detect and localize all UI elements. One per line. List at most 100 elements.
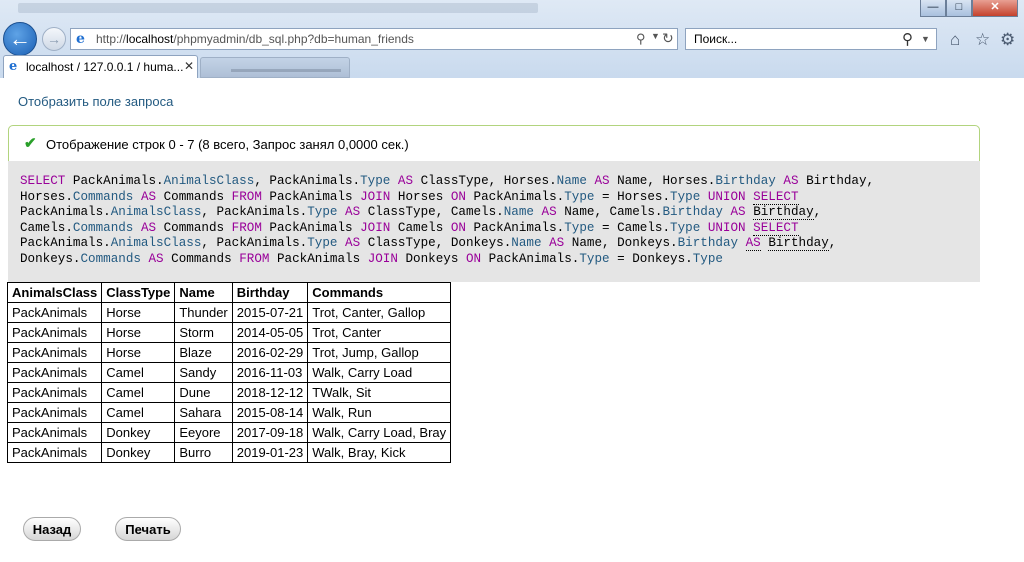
home-icon[interactable]: ⌂ xyxy=(950,30,960,50)
close-window-button[interactable]: ✕ xyxy=(972,0,1018,17)
ie-page-icon: e xyxy=(9,59,18,74)
table-cell: Sandy xyxy=(174,362,233,383)
sql-text: ClassType, Donkeys. xyxy=(360,236,512,251)
sql-text: Birthday, xyxy=(798,174,875,188)
table-cell: Sahara xyxy=(174,402,233,423)
gear-icon[interactable]: ⚙ xyxy=(1000,30,1015,50)
back-button[interactable]: Назад xyxy=(23,517,81,541)
table-cell: Trot, Canter, Gallop xyxy=(307,302,452,323)
address-search-icon[interactable]: ⚲ xyxy=(636,31,646,47)
window-title-blurred xyxy=(18,3,538,13)
sql-keyword: ON xyxy=(450,220,466,235)
address-url[interactable]: http://localhost/phpmyadmin/db_sql.php?d… xyxy=(96,32,414,46)
table-row: PackAnimals Camel Dune 2018-12-12 TWalk, Sit xyxy=(6,382,452,403)
sql-field-link[interactable]: Type xyxy=(307,236,337,250)
table-cell: Donkey xyxy=(101,442,176,463)
sql-field-link[interactable]: Birthday xyxy=(715,174,775,188)
column-header[interactable]: Birthday xyxy=(231,282,309,303)
sql-text: Camels xyxy=(390,220,451,235)
chevron-down-icon[interactable]: ▼ xyxy=(651,31,660,41)
sql-text: Camels. xyxy=(20,220,73,235)
tab-phpmyadmin[interactable]: e localhost / 127.0.0.1 / huma... ✕ xyxy=(3,55,198,78)
sql-field-link[interactable]: Commands xyxy=(80,252,140,266)
window-title-bar: — □ ✕ xyxy=(0,0,1024,18)
sql-field-link[interactable]: Type xyxy=(564,221,594,235)
sql-text: Commands xyxy=(156,189,232,204)
sql-field-link[interactable]: Type xyxy=(693,252,723,266)
sql-text: , PackAnimals. xyxy=(254,174,361,188)
sql-field-link[interactable]: Type xyxy=(670,190,700,204)
sql-keyword: AS xyxy=(140,189,157,204)
column-header[interactable]: Name xyxy=(174,282,233,303)
sql-text: Donkeys xyxy=(397,251,466,266)
tab-inactive[interactable] xyxy=(200,57,350,78)
back-arrow-icon[interactable]: ← xyxy=(3,22,37,56)
table-cell: PackAnimals xyxy=(6,442,103,463)
sql-text: = Horses. xyxy=(594,189,671,204)
sql-field-link[interactable]: Type xyxy=(579,252,609,266)
refresh-icon[interactable]: ↻ xyxy=(662,30,674,47)
sql-keyword: SELECT xyxy=(753,220,799,236)
sql-text: PackAnimals. xyxy=(20,236,111,251)
sql-field-link[interactable]: Birthday xyxy=(678,236,738,250)
table-cell: Dune xyxy=(174,382,233,403)
address-bar[interactable]: e http://localhost/phpmyadmin/db_sql.php… xyxy=(70,28,678,50)
column-header[interactable]: ClassType xyxy=(101,282,176,303)
sql-text: Horses. xyxy=(20,189,73,204)
sql-field-link[interactable]: Type xyxy=(670,221,700,235)
sql-field-link[interactable]: Name xyxy=(557,174,587,188)
sql-text: Horses xyxy=(390,189,451,204)
table-cell: TWalk, Sit xyxy=(307,382,452,403)
sql-field-link[interactable]: Type xyxy=(564,190,594,204)
table-cell: 2019-01-23 xyxy=(231,442,309,463)
sql-field-link[interactable]: Name xyxy=(511,236,541,250)
minimize-window-button[interactable]: — xyxy=(920,0,946,17)
sql-keyword: ON xyxy=(465,251,482,266)
sql-text: ClassType, Horses. xyxy=(413,174,557,188)
sql-keyword: FROM xyxy=(231,189,262,204)
ie-page-icon: e xyxy=(76,31,85,47)
sql-text: , xyxy=(813,205,822,220)
sql-keyword: AS xyxy=(345,205,361,220)
column-header[interactable]: AnimalsClass xyxy=(6,282,103,303)
sql-keyword: FROM xyxy=(231,220,262,235)
sql-keyword: AS xyxy=(397,174,414,188)
browser-chrome: — □ ✕ ← → e http://localhost/phpmyadmin/… xyxy=(0,0,1024,78)
close-icon[interactable]: ✕ xyxy=(184,59,194,73)
table-cell: Blaze xyxy=(174,342,233,363)
sql-query-display: SELECT PackAnimals.AnimalsClass, PackAni… xyxy=(8,161,980,282)
sql-field-link[interactable]: Type xyxy=(307,205,337,219)
sql-field-link[interactable]: Type xyxy=(360,174,390,188)
sql-text: Birthday xyxy=(753,205,814,221)
sql-field-link[interactable]: AnimalsClass xyxy=(111,205,202,219)
forward-arrow-icon[interactable]: → xyxy=(42,27,66,51)
table-cell: Walk, Run xyxy=(307,402,452,423)
sql-field-link[interactable]: AnimalsClass xyxy=(164,174,255,188)
maximize-window-button[interactable]: □ xyxy=(946,0,972,17)
star-icon[interactable]: ☆ xyxy=(975,30,990,50)
table-header-row: AnimalsClass ClassType Name Birthday Command… xyxy=(6,282,452,303)
search-input[interactable]: Поиск... ⚲ ▼ xyxy=(685,28,937,50)
sql-text: ClassType, Camels. xyxy=(360,205,504,220)
sql-field-link[interactable]: Commands xyxy=(73,190,133,204)
sql-field-link[interactable]: Name xyxy=(504,205,534,219)
table-cell: Donkey xyxy=(101,422,176,443)
sql-field-link[interactable]: Birthday xyxy=(662,205,722,219)
success-message-box: ✔ Отображение строк 0 - 7 (8 всего, Запр… xyxy=(8,125,980,161)
sql-text: PackAnimals xyxy=(261,189,361,204)
sql-field-link[interactable]: Commands xyxy=(73,221,133,235)
column-header[interactable]: Commands xyxy=(307,282,452,303)
show-query-box-link[interactable]: Отобразить поле запроса xyxy=(18,94,173,109)
sql-text: Name, Donkeys. xyxy=(564,236,678,251)
print-button[interactable]: Печать xyxy=(115,517,181,541)
table-cell: Thunder xyxy=(174,302,233,323)
sql-field-link[interactable]: AnimalsClass xyxy=(111,236,202,250)
chevron-down-icon[interactable]: ▼ xyxy=(921,34,930,44)
sql-keyword: SELECT xyxy=(753,189,799,205)
search-placeholder[interactable]: Поиск... xyxy=(694,32,737,46)
search-icon[interactable]: ⚲ xyxy=(902,30,913,48)
